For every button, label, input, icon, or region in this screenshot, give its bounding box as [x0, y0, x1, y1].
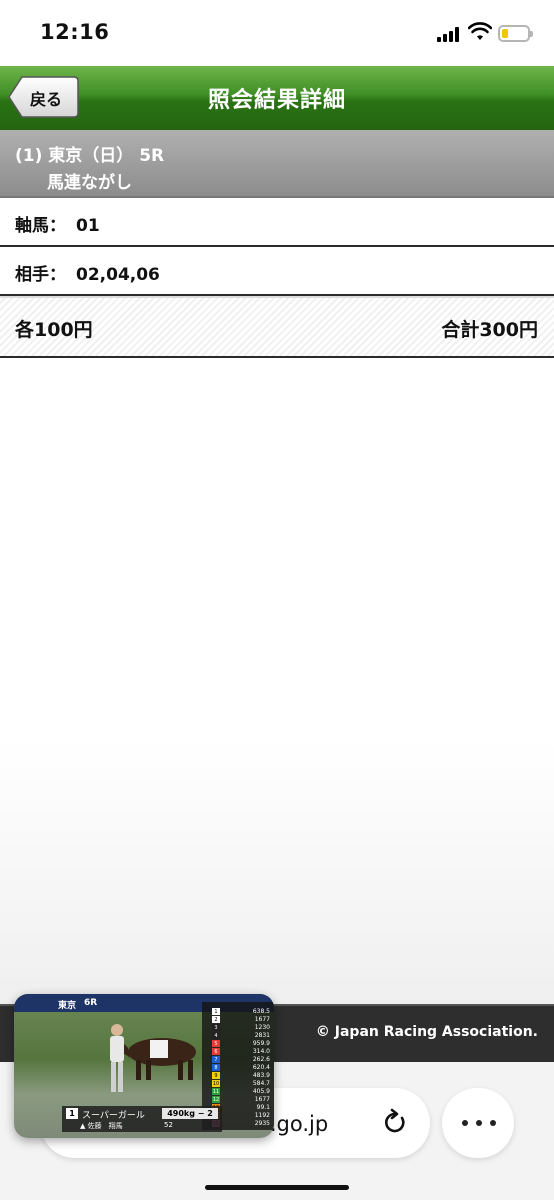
unit-amount: 各100円: [15, 319, 93, 341]
reload-icon[interactable]: [382, 1108, 408, 1136]
video-odds-value: 2831: [254, 1032, 270, 1039]
video-odds-value: 2935: [254, 1120, 270, 1127]
video-odds-row: 5 959.9: [212, 1040, 272, 1048]
video-odds-value: 1192: [254, 1112, 270, 1119]
video-odds-row: 3 1230: [212, 1024, 272, 1032]
video-odds-row: 152935: [212, 1120, 272, 1128]
race-info-band: (1) 東京（日） 5R 馬連ながし: [0, 130, 554, 198]
video-horse-caption: 1 スーパーガール 490kg − 2 ▲ 佐藤 翔馬 52: [62, 1106, 222, 1132]
status-bar: 12:16: [0, 0, 554, 66]
axis-horse-row: 軸馬： 01: [0, 198, 554, 247]
video-odds-value: 314.0: [252, 1048, 270, 1055]
video-horse-name: スーパーガール: [82, 1111, 145, 1121]
video-odds-number: 1: [212, 1008, 220, 1015]
video-odds-row: 6 314.0: [212, 1048, 272, 1056]
video-odds-value: 99.1: [256, 1104, 270, 1111]
video-odds-number: 8: [212, 1064, 220, 1071]
video-odds-row: 2 1677: [212, 1016, 272, 1024]
video-odds-row: 4 2831: [212, 1032, 272, 1040]
more-options-button[interactable]: [442, 1088, 514, 1158]
partner-label: 相手：: [15, 265, 66, 285]
video-odds-number: 10: [212, 1080, 220, 1087]
video-race: 6R: [84, 998, 98, 1008]
video-odds-value: 584.7: [252, 1080, 270, 1087]
partner-horses-row: 相手： 02,04,06: [0, 247, 554, 296]
video-odds-number: 4: [212, 1032, 220, 1039]
more-dots-icon: [462, 1120, 496, 1126]
video-odds-row: 10 584.7: [212, 1080, 272, 1088]
axis-label: 軸馬：: [15, 216, 66, 236]
wifi-icon: [468, 22, 492, 40]
video-odds-row: 141192: [212, 1112, 272, 1120]
video-odds-number: 3: [212, 1024, 220, 1031]
video-horse-weight: 490kg − 2: [162, 1108, 218, 1119]
video-odds-value: 638.5: [252, 1008, 270, 1015]
video-odds-value: 405.9: [252, 1088, 270, 1095]
status-time: 12:16: [40, 20, 110, 44]
video-odds-row: 12 1677: [212, 1096, 272, 1104]
axis-value: 01: [76, 216, 100, 236]
video-odds-value: 620.4: [252, 1064, 270, 1071]
battery-icon: [498, 25, 533, 42]
partner-value: 02,04,06: [76, 265, 160, 285]
video-odds-value: 1230: [254, 1024, 270, 1031]
total-amount: 合計300円: [441, 319, 538, 341]
amount-row: 各100円 合計300円: [0, 296, 554, 358]
video-odds-number: 5: [212, 1040, 220, 1047]
video-odds-row: 1 638.5: [212, 1008, 272, 1016]
cellular-signal-icon: [437, 26, 463, 42]
video-odds-value: 959.9: [252, 1040, 270, 1047]
picture-in-picture-video[interactable]: 東京 6R 1 638.5 2 1677 3 1230 4 2831 5 959.9 6 314.0 7…: [14, 994, 274, 1138]
video-jockey: ▲ 佐藤 翔馬: [80, 1122, 123, 1130]
video-odds-number: 9: [212, 1072, 220, 1079]
copyright-text: © Japan Racing Association.: [315, 1024, 538, 1040]
video-odds-number: 2: [212, 1016, 220, 1023]
video-horse-number: 1: [66, 1108, 78, 1119]
video-odds-value: 1677: [254, 1096, 270, 1103]
background-fade: [0, 740, 554, 1006]
bet-type: 馬連ながし: [47, 173, 132, 193]
handler-silhouette-icon: [110, 1024, 124, 1092]
video-odds-number: 6: [212, 1048, 220, 1055]
home-indicator[interactable]: [205, 1185, 349, 1190]
video-odds-row: 7 262.6: [212, 1056, 272, 1064]
page-title: 照会結果詳細: [207, 88, 346, 113]
video-odds-number: 7: [212, 1056, 220, 1063]
video-odds-row: 8 620.4: [212, 1064, 272, 1072]
video-odds-number: 11: [212, 1088, 220, 1095]
video-venue: 東京: [58, 1001, 77, 1011]
header-bar: 戻る 照会結果詳細: [0, 66, 554, 130]
video-odds-row: 1399.1: [212, 1104, 272, 1112]
race-name: (1) 東京（日） 5R: [15, 146, 165, 166]
video-odds-row: 11 405.9: [212, 1088, 272, 1096]
video-odds-number: 12: [212, 1096, 220, 1103]
video-odds-value: 1677: [254, 1016, 270, 1023]
video-jockey-weight: 52: [164, 1121, 173, 1129]
video-odds-row: 9 483.9: [212, 1072, 272, 1080]
video-odds-value: 483.9: [252, 1072, 270, 1079]
video-odds-value: 262.6: [252, 1056, 270, 1063]
